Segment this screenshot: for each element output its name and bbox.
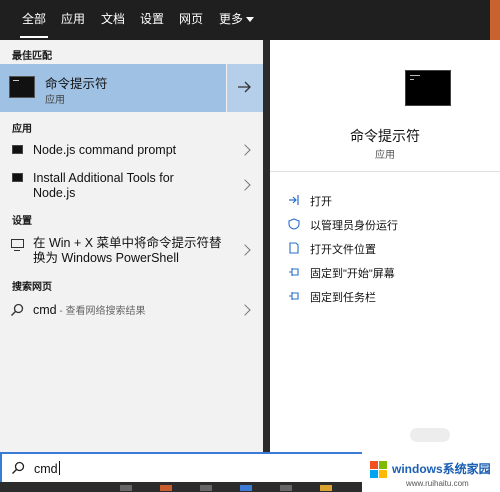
action-open-file-location[interactable]: 打开文件位置	[270, 238, 500, 258]
search-input[interactable]: cmd	[34, 461, 60, 476]
taskbar	[0, 482, 375, 492]
action-pin-to-taskbar[interactable]: 固定到任务栏	[270, 286, 500, 306]
terminal-icon	[9, 76, 35, 98]
chevron-down-icon	[246, 17, 255, 23]
search-icon	[11, 303, 24, 316]
best-match-item[interactable]: 命令提示符 应用	[0, 64, 263, 112]
taskbar-icon[interactable]	[160, 485, 172, 491]
terminal-icon	[12, 145, 23, 154]
app-item-label-line1: Install Additional Tools for	[33, 171, 174, 185]
preview-subtitle: 应用	[375, 150, 395, 161]
chevron-right-icon	[239, 244, 251, 256]
web-search-query: cmd	[33, 303, 57, 317]
action-open[interactable]: 打开	[270, 190, 500, 210]
action-label: 固定到任务栏	[310, 292, 376, 304]
action-label: 打开文件位置	[310, 244, 376, 256]
taskbar-icon[interactable]	[120, 485, 132, 491]
file-location-icon	[289, 242, 299, 254]
app-item-label: Node.js command prompt	[33, 143, 177, 157]
section-web: 搜索网页	[12, 282, 52, 293]
action-pin-to-start[interactable]: 固定到"开始"屏幕	[270, 262, 500, 282]
web-search-desc: - 查看网络搜索结果	[56, 306, 146, 317]
watermark-shape	[410, 428, 450, 442]
preview-pane: 命令提示符 应用 打开 以管理员身份运行 打开文件位置 固定到"开始"屏幕 固定…	[270, 40, 500, 452]
search-box[interactable]: cmd	[0, 452, 375, 482]
section-settings: 设置	[12, 216, 32, 227]
shield-run-icon	[288, 218, 300, 230]
open-preview-button[interactable]	[226, 64, 263, 112]
taskbar-icon[interactable]	[320, 485, 332, 491]
pin-icon	[289, 268, 299, 276]
search-input-value: cmd	[34, 462, 58, 476]
app-item-install-tools[interactable]: Install Additional Tools for Node.js	[0, 166, 263, 204]
settings-item-label-line2: 换为 Windows PowerShell	[33, 251, 179, 265]
search-icon	[12, 461, 25, 474]
results-pane: 最佳匹配 命令提示符 应用 应用 Node.js command prompt …	[0, 40, 263, 452]
background-edge	[490, 0, 500, 40]
action-label: 固定到"开始"屏幕	[310, 268, 395, 280]
search-tabs-bar: 全部 应用 文档 设置 网页 更多	[0, 0, 500, 40]
divider	[270, 171, 500, 172]
action-run-as-admin[interactable]: 以管理员身份运行	[270, 214, 500, 234]
text-cursor	[58, 461, 60, 475]
tab-more[interactable]: 更多	[207, 0, 266, 40]
app-item-nodejs-prompt[interactable]: Node.js command prompt	[0, 138, 263, 162]
taskbar-icon[interactable]	[240, 485, 252, 491]
best-match-subtitle: 应用	[45, 95, 65, 106]
settings-item-label: 在 Win + X 菜单中将命令提示符替 换为 Windows PowerShe…	[33, 236, 222, 266]
tab-more-label: 更多	[219, 12, 244, 26]
chevron-right-icon	[239, 144, 251, 156]
terminal-icon	[405, 70, 451, 106]
watermark-url: www.ruihaitu.com	[406, 479, 469, 488]
settings-item-winx[interactable]: 在 Win + X 菜单中将命令提示符替 换为 Windows PowerShe…	[0, 232, 263, 270]
open-icon	[289, 195, 299, 205]
windows-logo-icon	[370, 461, 388, 479]
settings-item-label-line1: 在 Win + X 菜单中将命令提示符替	[33, 236, 222, 250]
web-search-label: cmd - 查看网络搜索结果	[33, 303, 146, 319]
arrow-right-icon	[238, 81, 251, 93]
best-match-title: 命令提示符	[45, 77, 108, 91]
section-best-match: 最佳匹配	[12, 51, 52, 62]
action-label: 以管理员身份运行	[310, 220, 398, 232]
pin-icon	[289, 292, 299, 300]
terminal-icon	[12, 173, 23, 182]
chevron-right-icon	[239, 304, 251, 316]
taskbar-icon[interactable]	[280, 485, 292, 491]
watermark-brand: windows系统家园	[392, 462, 491, 476]
app-item-label: Install Additional Tools for Node.js	[33, 171, 174, 201]
web-search-item[interactable]: cmd - 查看网络搜索结果	[0, 298, 263, 322]
preview-title: 命令提示符	[350, 128, 420, 144]
section-apps: 应用	[12, 124, 32, 135]
taskbar-icon[interactable]	[200, 485, 212, 491]
site-watermark: windows系统家园 www.ruihaitu.com	[362, 452, 500, 492]
chevron-right-icon	[239, 179, 251, 191]
app-item-label-line2: Node.js	[33, 186, 76, 200]
action-label: 打开	[310, 196, 332, 208]
monitor-icon	[11, 239, 24, 251]
